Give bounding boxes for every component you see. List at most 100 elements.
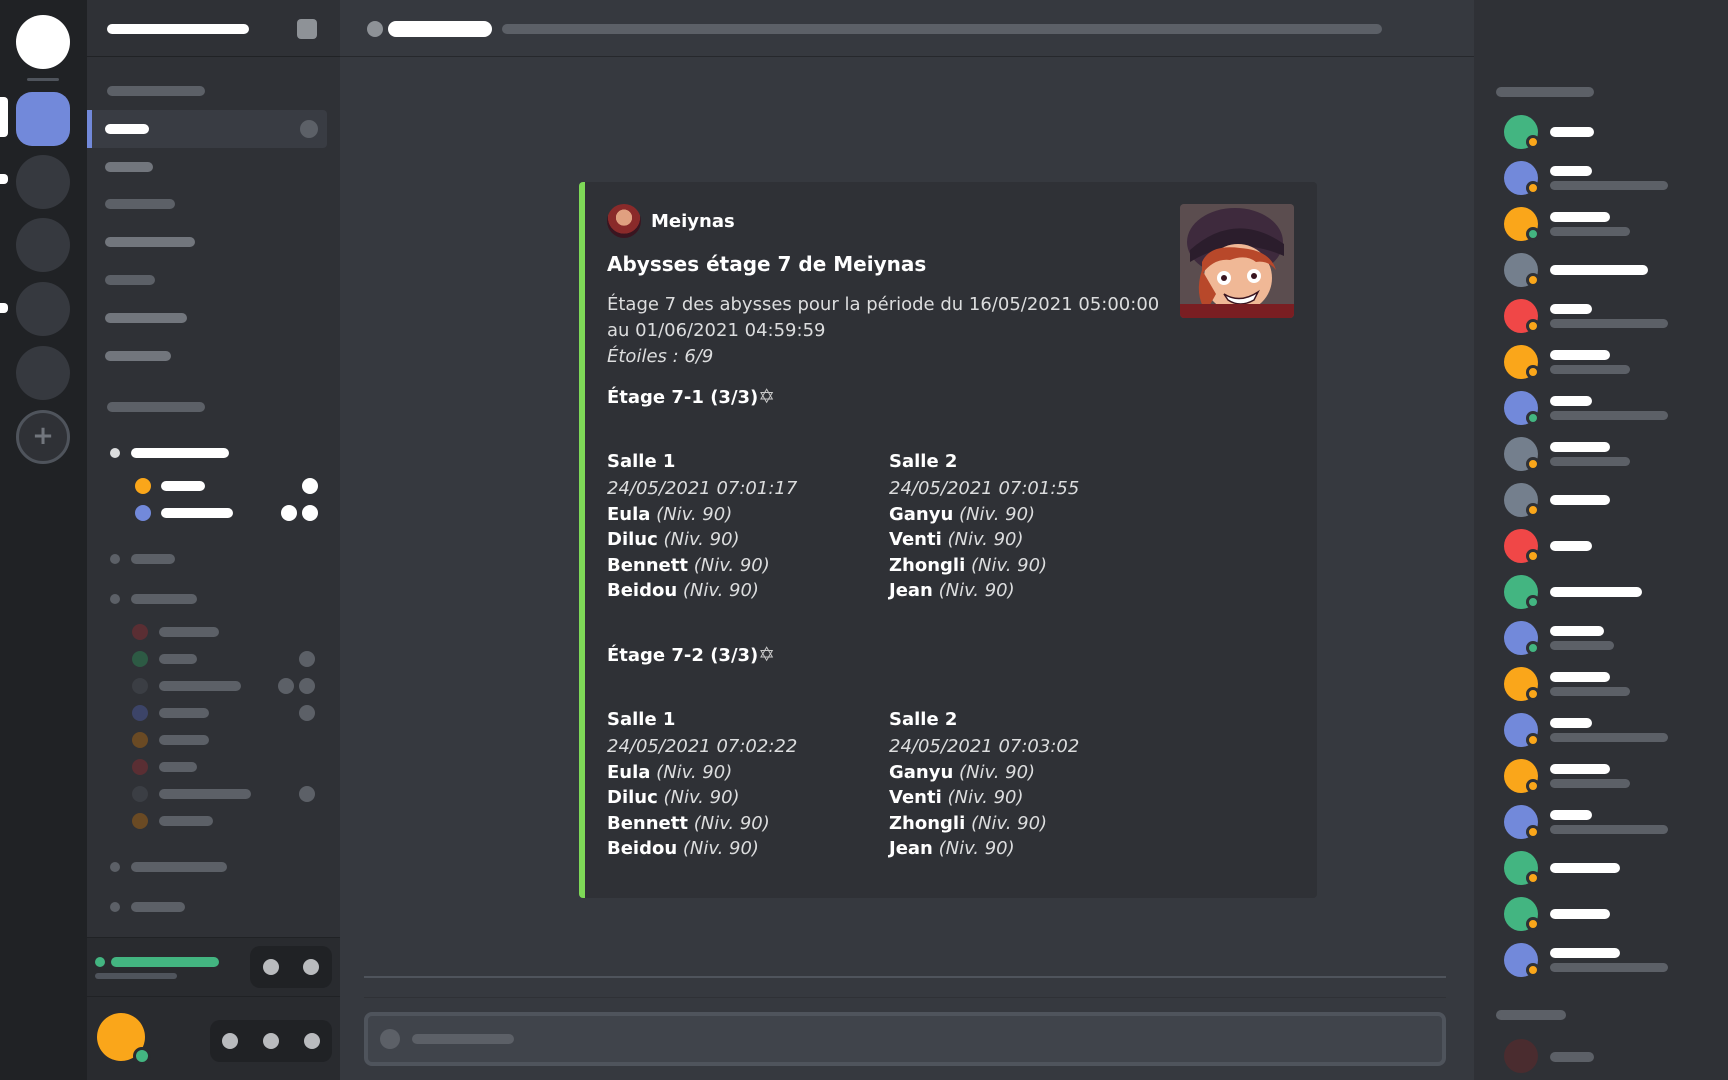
user-status-icon xyxy=(133,1047,151,1065)
member-name[interactable] xyxy=(1550,350,1610,360)
character-line: Venti (Niv. 90) xyxy=(889,787,1024,808)
channel-settings-icon[interactable] xyxy=(300,120,318,138)
channel-category[interactable] xyxy=(107,402,205,412)
member-name[interactable] xyxy=(1550,442,1610,452)
voice-user-name xyxy=(159,654,197,664)
server-icon[interactable] xyxy=(16,155,70,209)
voice-channel[interactable] xyxy=(131,554,175,564)
character-line: Venti (Niv. 90) xyxy=(889,529,1024,550)
member-name[interactable] xyxy=(1550,304,1592,314)
channel-item[interactable] xyxy=(105,237,195,247)
member-name[interactable] xyxy=(1550,626,1604,636)
member-status-icon xyxy=(1526,135,1540,149)
member-status-icon xyxy=(1526,595,1540,609)
server-header[interactable] xyxy=(87,0,340,57)
member-category-offline xyxy=(1496,1010,1566,1020)
character-line: Zhongli (Niv. 90) xyxy=(889,554,1048,576)
server-icon[interactable] xyxy=(16,282,70,336)
embed-thumbnail[interactable] xyxy=(1180,204,1294,318)
voice-connection-panel xyxy=(87,937,340,996)
attach-icon[interactable] xyxy=(380,1029,400,1049)
video-icon[interactable] xyxy=(263,959,279,975)
member-name[interactable] xyxy=(1550,948,1620,958)
channel-title xyxy=(388,21,492,37)
character-line: Eula (Niv. 90) xyxy=(607,761,733,783)
server-icon[interactable] xyxy=(16,218,70,272)
member-status-icon xyxy=(1526,641,1540,655)
channel-item[interactable] xyxy=(105,313,187,323)
embed-title: Abysses étage 7 de Meiynas xyxy=(607,252,927,276)
voice-user-avatar xyxy=(132,786,148,802)
member-name[interactable] xyxy=(1550,764,1610,774)
channel-item[interactable] xyxy=(105,199,175,209)
voice-connected-label xyxy=(111,957,219,967)
headphones-icon xyxy=(299,651,315,667)
voice-user-avatar xyxy=(135,505,151,521)
channel-item[interactable] xyxy=(107,86,205,96)
member-activity xyxy=(1550,365,1630,374)
server-menu-icon[interactable] xyxy=(297,19,317,39)
star-icon: ✡ xyxy=(758,384,776,408)
member-name[interactable] xyxy=(1550,863,1620,873)
voice-user-name xyxy=(159,708,209,718)
room-title: Salle 1 xyxy=(607,709,676,730)
voice-user-name xyxy=(159,735,209,745)
member-status-icon xyxy=(1526,963,1540,977)
member-name[interactable] xyxy=(1550,810,1592,820)
room-block: Salle 1 24/05/2021 07:02:22 Eula (Niv. 9… xyxy=(607,706,867,862)
headphones-icon xyxy=(299,705,315,721)
member-name[interactable] xyxy=(1550,718,1592,728)
voice-channel[interactable] xyxy=(131,902,185,912)
member-name[interactable] xyxy=(1550,166,1592,176)
member-name[interactable] xyxy=(1550,265,1648,275)
member-name[interactable] xyxy=(1550,396,1592,406)
character-line: Ganyu (Niv. 90) xyxy=(889,503,1036,525)
member-name[interactable] xyxy=(1550,127,1594,137)
voice-user-avatar xyxy=(132,651,148,667)
member-name[interactable] xyxy=(1550,495,1610,505)
character-line: Beidou (Niv. 90) xyxy=(607,838,759,859)
voice-channel[interactable] xyxy=(131,594,197,604)
home-button[interactable] xyxy=(16,15,70,69)
server-icon-active[interactable] xyxy=(16,92,70,146)
channel-item[interactable] xyxy=(105,351,171,361)
floor-title: Étage 7-2 (3/3)✡ xyxy=(607,642,775,666)
voice-channel-icon xyxy=(110,554,120,564)
headphones-icon xyxy=(302,505,318,521)
member-name[interactable] xyxy=(1550,541,1592,551)
voice-user-avatar xyxy=(132,705,148,721)
member-name[interactable] xyxy=(1550,672,1610,682)
voice-channel-icon xyxy=(110,902,120,912)
voice-channel-icon xyxy=(110,862,120,872)
member-name[interactable] xyxy=(1550,212,1610,222)
member-activity xyxy=(1550,779,1630,788)
author-avatar-icon xyxy=(607,204,641,238)
member-activity xyxy=(1550,825,1668,834)
member-status-icon xyxy=(1526,549,1540,563)
voice-channel[interactable] xyxy=(131,862,227,872)
gear-icon[interactable] xyxy=(304,1033,320,1049)
character-line: Jean (Niv. 90) xyxy=(889,580,1015,601)
member-avatar[interactable] xyxy=(1504,1039,1538,1073)
server-icon[interactable] xyxy=(16,346,70,400)
voice-channel[interactable] xyxy=(131,448,229,458)
member-activity xyxy=(1550,963,1668,972)
message-input[interactable] xyxy=(364,1012,1446,1066)
headphones-icon[interactable] xyxy=(263,1033,279,1049)
channel-item[interactable] xyxy=(105,162,153,172)
member-activity xyxy=(1550,227,1630,236)
member-status-icon xyxy=(1526,365,1540,379)
voice-user-name xyxy=(159,816,213,826)
microphone-icon[interactable] xyxy=(222,1033,238,1049)
channel-item[interactable] xyxy=(105,275,155,285)
floor-title: Étage 7-1 (3/3)✡ xyxy=(607,384,775,408)
server-list-separator xyxy=(27,78,59,81)
add-server-button[interactable]: + xyxy=(16,410,70,464)
member-status-icon xyxy=(1526,411,1540,425)
member-name[interactable] xyxy=(1550,1052,1594,1062)
member-name[interactable] xyxy=(1550,909,1610,919)
channel-item-label xyxy=(105,124,149,134)
member-name[interactable] xyxy=(1550,587,1642,597)
disconnect-icon[interactable] xyxy=(303,959,319,975)
room-block: Salle 2 24/05/2021 07:01:55 Ganyu (Niv. … xyxy=(889,448,1149,604)
